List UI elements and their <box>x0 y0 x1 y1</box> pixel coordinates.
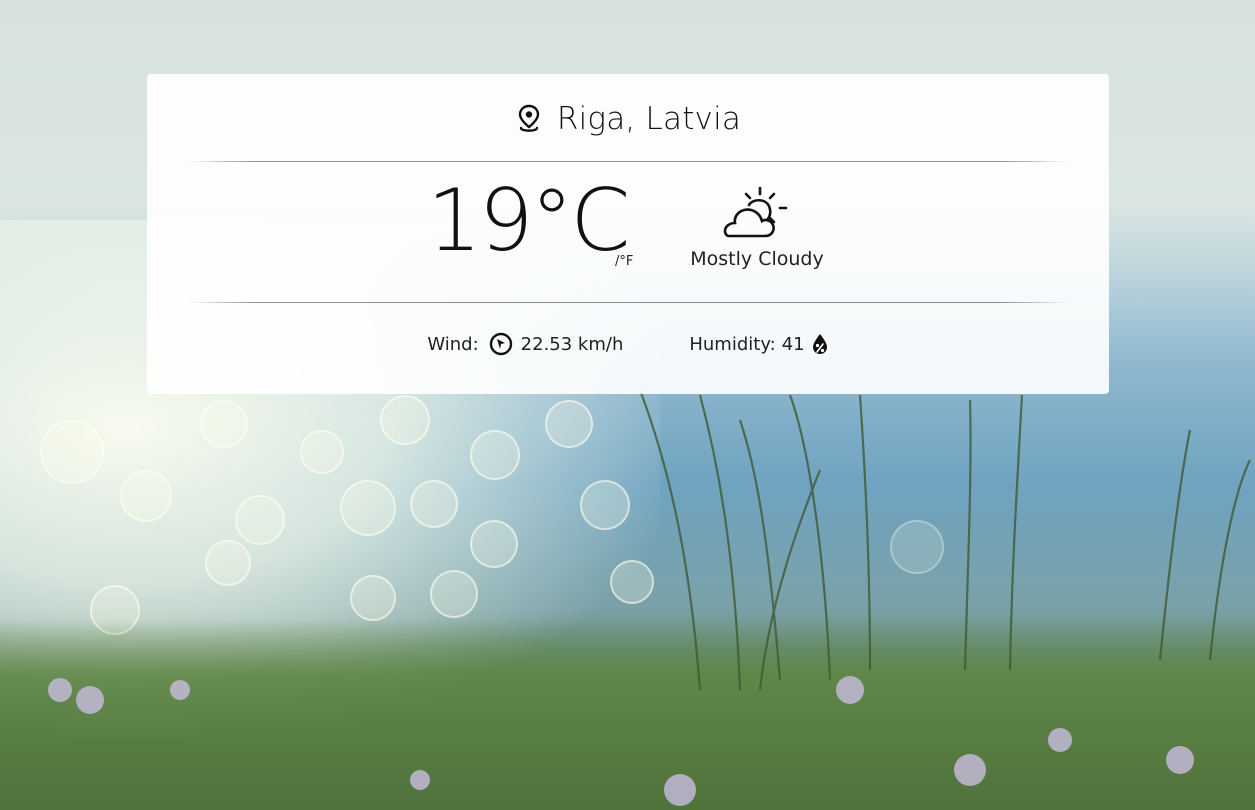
unit-toggle-fahrenheit[interactable]: /°F <box>615 254 633 269</box>
humidity-stat: Humidity: 41 <box>689 333 828 355</box>
wind-stat: Wind: 22.53 km/h <box>427 332 623 356</box>
temperature-block: 19°C /°F <box>427 178 642 284</box>
humidity-value: 41 <box>781 333 805 355</box>
partly-cloudy-icon <box>723 186 788 238</box>
humidity-label: Humidity: <box>689 333 776 355</box>
condition-block: Mostly Cloudy <box>677 186 837 281</box>
location-name: Riga, Latvia <box>556 101 742 137</box>
wind-label: Wind: <box>427 333 479 355</box>
wind-value: 22.53 km/h <box>520 333 624 355</box>
condition-text: Mostly Cloudy <box>690 248 824 270</box>
temperature-value: 19°C <box>427 171 630 271</box>
map-pin-icon <box>518 104 540 132</box>
divider <box>187 161 1069 162</box>
weather-details: Wind: 22.53 km/h Humidity: 41 <box>147 329 1109 359</box>
humidity-drop-icon <box>812 334 827 354</box>
divider <box>187 302 1069 303</box>
weather-card: Riga, Latvia 19°C /°F Mostly Cloudy Wind… <box>147 74 1109 394</box>
compass-icon <box>489 332 512 356</box>
location-header: Riga, Latvia <box>147 98 1109 140</box>
